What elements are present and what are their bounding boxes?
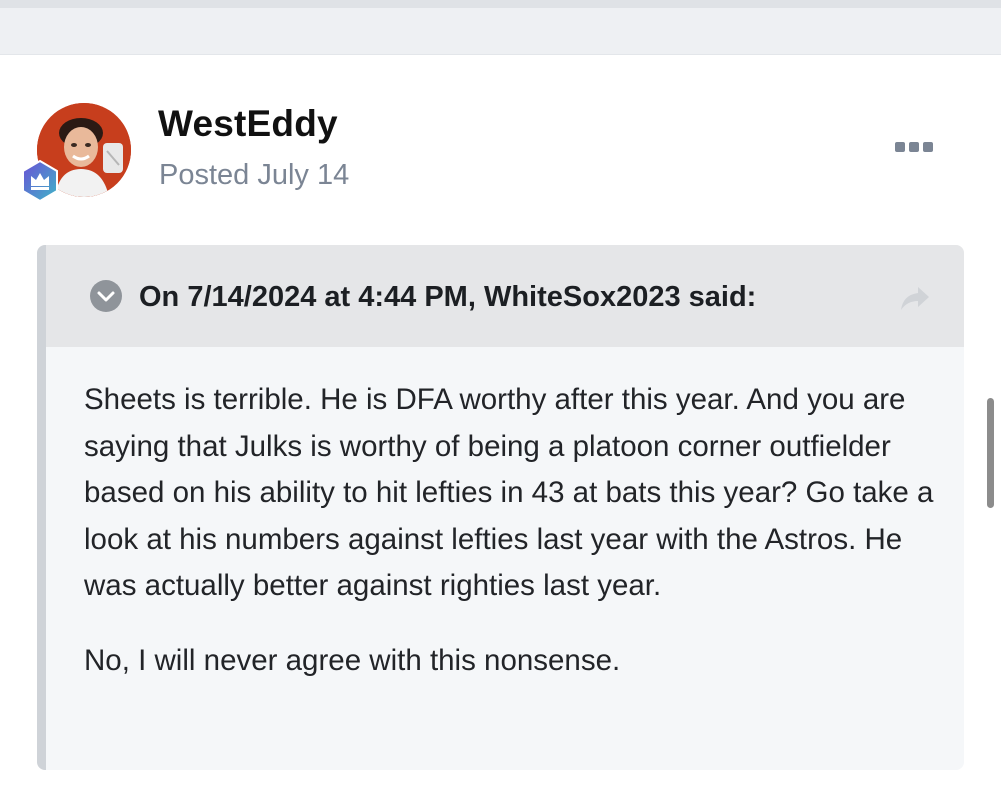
forum-page: WestEddy Posted July 14 On 7/14/2024 at …	[0, 0, 1001, 800]
quote-paragraph: Sheets is terrible. He is DFA worthy aft…	[84, 383, 934, 602]
quote-block: On 7/14/2024 at 4:44 PM, WhiteSox2023 sa…	[37, 245, 964, 770]
author-name[interactable]: WestEddy	[158, 103, 338, 145]
rank-badge	[18, 159, 62, 203]
scrollbar[interactable]	[987, 398, 994, 508]
quote-citation[interactable]: On 7/14/2024 at 4:44 PM, WhiteSox2023 sa…	[139, 281, 756, 314]
post-date[interactable]: Posted July 14	[159, 159, 349, 192]
share-arrow-icon[interactable]	[898, 283, 932, 313]
post-header: WestEddy Posted July 14	[0, 95, 1001, 205]
quote-header: On 7/14/2024 at 4:44 PM, WhiteSox2023 sa…	[46, 245, 964, 347]
crown-icon	[22, 159, 58, 203]
quote-paragraph: No, I will never agree with this nonsens…	[84, 643, 621, 677]
ellipsis-icon	[909, 142, 919, 152]
top-strip	[0, 0, 1001, 55]
author-avatar-group[interactable]	[18, 103, 133, 203]
quote-body: Sheets is terrible. He is DFA worthy aft…	[84, 377, 944, 712]
ellipsis-icon	[923, 142, 933, 152]
more-options-button[interactable]	[895, 138, 939, 156]
ellipsis-icon	[895, 142, 905, 152]
chevron-down-icon[interactable]	[90, 280, 122, 312]
